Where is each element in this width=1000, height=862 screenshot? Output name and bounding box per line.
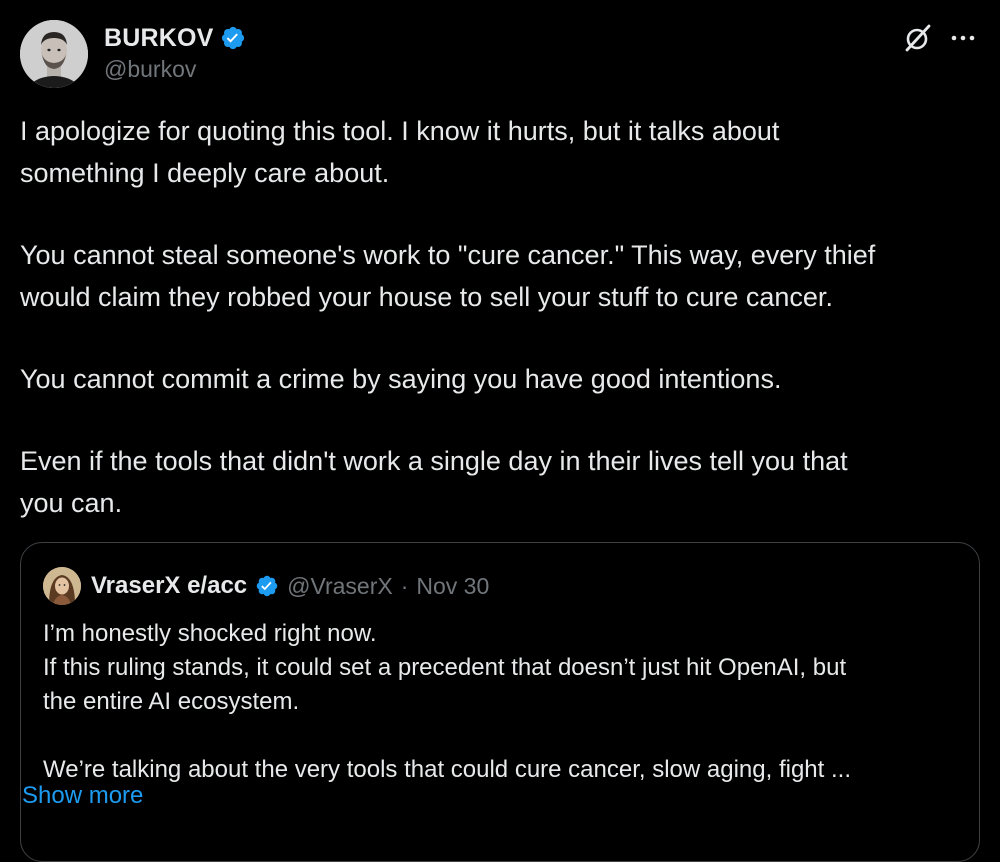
quoted-tweet-text: I’m honestly shocked right now. If this …: [43, 617, 953, 821]
quoted-tweet-header: VraserX e/acc @VraserX · Nov 30: [43, 567, 489, 605]
quoted-tweet-date[interactable]: Nov 30: [416, 573, 489, 600]
author-handle[interactable]: @burkov: [104, 56, 246, 83]
tweet-actions: [902, 22, 978, 54]
author-avatar[interactable]: [20, 20, 88, 88]
quoted-tweet-paragraph: We’re talking about the very tools that …: [43, 756, 851, 783]
quoted-tweet-paragraph: I’m honestly shocked right now. If this …: [43, 620, 847, 715]
author-avatar-image: [20, 20, 88, 88]
author-info: BURKOV @burkov: [104, 22, 246, 83]
verified-badge-icon[interactable]: [220, 25, 246, 51]
tweet-paragraph: You cannot commit a crime by saying you …: [20, 364, 782, 394]
quoted-tweet-card[interactable]: VraserX e/acc @VraserX · Nov 30 I’m hone…: [20, 542, 980, 862]
verified-badge-icon[interactable]: [255, 574, 279, 598]
tweet-paragraph: I apologize for quoting this tool. I kno…: [20, 116, 780, 188]
quoted-author-handle[interactable]: @VraserX: [287, 573, 393, 600]
quoted-meta-separator: ·: [400, 572, 409, 599]
quoted-author-avatar[interactable]: [43, 567, 81, 605]
quoted-author-display-name[interactable]: VraserX e/acc: [91, 572, 247, 600]
show-more-link[interactable]: Show more: [22, 782, 143, 810]
tweet: BURKOV @burkov I apologize for quoting t…: [0, 0, 1000, 862]
author-display-name[interactable]: BURKOV: [104, 24, 214, 53]
author-name-row: BURKOV: [104, 22, 246, 54]
tweet-paragraph: You cannot steal someone's work to "cure…: [20, 240, 876, 312]
tweet-text: I apologize for quoting this tool. I kno…: [20, 110, 980, 564]
more-icon[interactable]: [948, 23, 978, 53]
tweet-paragraph: Even if the tools that didn't work a sin…: [20, 446, 848, 518]
grok-icon[interactable]: [902, 22, 934, 54]
